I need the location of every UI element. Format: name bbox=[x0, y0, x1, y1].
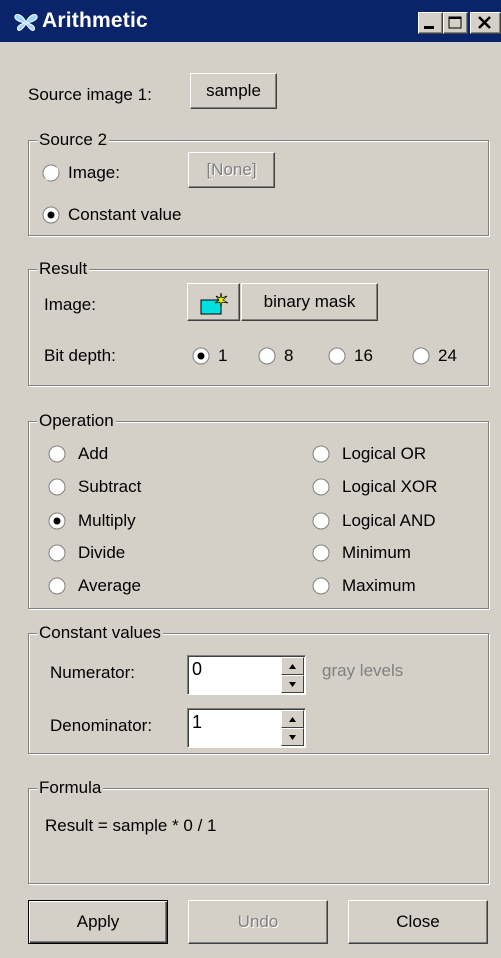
source-2-legend: Source 2 bbox=[37, 130, 110, 150]
bit-depth-1-radio[interactable] bbox=[192, 347, 210, 365]
formula-text: Result = sample * 0 / 1 bbox=[45, 816, 217, 835]
operation-minimum-radio[interactable] bbox=[312, 544, 330, 562]
operation-add-label: Add bbox=[78, 444, 109, 463]
denominator-label: Denominator: bbox=[50, 716, 153, 735]
operation-legend: Operation bbox=[37, 411, 116, 431]
source-2-image-radio[interactable] bbox=[42, 164, 60, 182]
close-window-button[interactable] bbox=[470, 12, 501, 34]
operation-logical-and-radio[interactable] bbox=[312, 512, 330, 530]
operation-logical-and-label: Logical AND bbox=[342, 511, 436, 530]
denominator-value[interactable]: 1 bbox=[192, 712, 202, 733]
operation-logical-or-label: Logical OR bbox=[342, 444, 427, 463]
source-2-constant-label: Constant value bbox=[68, 205, 182, 224]
arrow-down-icon bbox=[289, 735, 296, 740]
source-image-1-label: Source image 1: bbox=[28, 85, 152, 104]
apply-button[interactable]: Apply bbox=[28, 900, 168, 944]
formula-legend: Formula bbox=[37, 778, 104, 798]
operation-average-label: Average bbox=[78, 576, 142, 595]
result-image-button[interactable]: binary mask bbox=[241, 283, 378, 321]
close-icon bbox=[478, 16, 491, 29]
operation-minimum-label: Minimum bbox=[342, 543, 411, 562]
operation-divide-label: Divide bbox=[78, 543, 126, 562]
title-bar[interactable]: Arithmetic bbox=[0, 0, 501, 42]
operation-multiply-label: Multiply bbox=[78, 511, 136, 530]
window-title: Arithmetic bbox=[42, 9, 148, 32]
operation-average-radio[interactable] bbox=[48, 577, 66, 595]
numerator-up-button[interactable] bbox=[281, 657, 304, 675]
arrow-up-icon bbox=[289, 717, 296, 722]
numerator-label: Numerator: bbox=[50, 663, 136, 682]
operation-maximum-radio[interactable] bbox=[312, 577, 330, 595]
minimize-button[interactable] bbox=[418, 12, 443, 34]
arrow-down-icon bbox=[289, 682, 296, 687]
bit-depth-8-label: 8 bbox=[284, 346, 294, 365]
butterfly-app-icon bbox=[14, 13, 38, 31]
maximize-icon bbox=[448, 16, 462, 29]
operation-logical-xor-radio[interactable] bbox=[312, 478, 330, 496]
source-2-image-button[interactable]: [None] bbox=[188, 152, 275, 188]
arrow-up-icon bbox=[289, 664, 296, 669]
denominator-down-button[interactable] bbox=[281, 728, 304, 746]
operation-multiply-radio[interactable] bbox=[48, 512, 66, 530]
bit-depth-24-radio[interactable] bbox=[412, 347, 430, 365]
operation-logical-xor-label: Logical XOR bbox=[342, 477, 438, 496]
minimize-icon bbox=[424, 26, 434, 29]
source-2-image-label: Image: bbox=[68, 163, 120, 182]
new-image-button[interactable] bbox=[187, 283, 240, 321]
bit-depth-16-radio[interactable] bbox=[328, 347, 346, 365]
new-image-icon bbox=[200, 292, 228, 315]
formula-group bbox=[28, 788, 489, 884]
bit-depth-label: Bit depth: bbox=[44, 346, 116, 365]
denominator-up-button[interactable] bbox=[281, 710, 304, 728]
operation-divide-radio[interactable] bbox=[48, 544, 66, 562]
bit-depth-1-label: 1 bbox=[218, 346, 228, 365]
gray-levels-units: gray levels bbox=[322, 661, 404, 680]
denominator-spinner[interactable]: 1 bbox=[187, 708, 306, 748]
constant-values-legend: Constant values bbox=[37, 623, 163, 643]
result-image-label: Image: bbox=[44, 295, 96, 314]
undo-button[interactable]: Undo bbox=[188, 900, 328, 944]
operation-add-radio[interactable] bbox=[48, 445, 66, 463]
source-image-1-button[interactable]: sample bbox=[190, 73, 277, 109]
numerator-spinner[interactable]: 0 bbox=[187, 655, 306, 695]
bit-depth-24-label: 24 bbox=[438, 346, 457, 365]
operation-subtract-radio[interactable] bbox=[48, 478, 66, 496]
operation-logical-or-radio[interactable] bbox=[312, 445, 330, 463]
bit-depth-8-radio[interactable] bbox=[258, 347, 276, 365]
result-legend: Result bbox=[37, 259, 90, 279]
maximize-button[interactable] bbox=[443, 12, 468, 34]
operation-subtract-label: Subtract bbox=[78, 477, 142, 496]
source-2-constant-radio[interactable] bbox=[42, 206, 60, 224]
operation-maximum-label: Maximum bbox=[342, 576, 416, 595]
close-button[interactable]: Close bbox=[348, 900, 488, 944]
bit-depth-16-label: 16 bbox=[354, 346, 373, 365]
numerator-down-button[interactable] bbox=[281, 675, 304, 693]
numerator-value[interactable]: 0 bbox=[192, 659, 202, 680]
